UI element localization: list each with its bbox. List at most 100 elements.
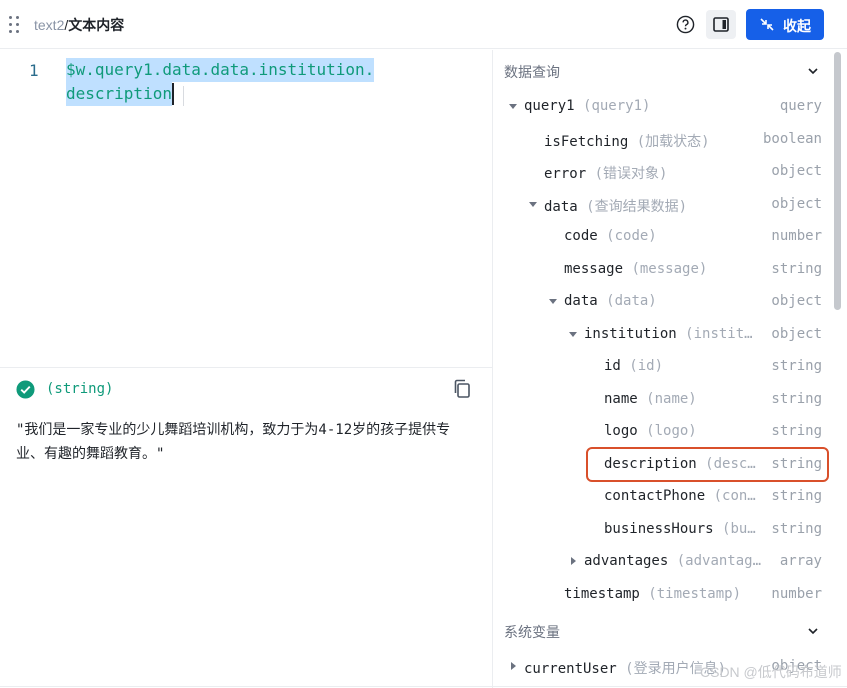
section-title-data-query: 数据查询 [504,64,560,80]
tree-row[interactable]: logo (logo) string [494,420,822,450]
code-editor[interactable]: 1 $w.query1.data.data.institution. descr… [0,50,493,368]
tree-row-label: contactPhone (con… [604,488,756,504]
tree-row-type: number [771,228,822,244]
collapse-button[interactable]: 收起 [746,9,824,40]
tree-row[interactable]: isFetching (加载状态) boolean [494,128,822,158]
tree-row-label: logo (logo) [604,423,697,439]
tree-row[interactable]: data (查询结果数据) object [494,193,822,223]
tree-row-key: advantages [584,553,669,569]
tree-row-label: advantages (advantag… [584,553,761,569]
tree-row-alias: (name) [646,390,697,407]
tree-row-key: businessHours [604,520,714,537]
tree-row-alias: (message) [631,260,708,277]
copy-icon[interactable] [453,379,471,399]
tree-row-label: name (name) [604,391,697,407]
tree-row-alias: (查询结果数据) [586,198,688,215]
scrollbar-thumb[interactable] [834,52,841,310]
tree-row[interactable]: contactPhone (con… string [494,485,822,515]
caret-down-icon[interactable] [548,296,558,306]
breadcrumb-current: 文本内容 [68,17,125,33]
tree-row[interactable]: advantages (advantag… array [494,550,822,580]
section-title-system-vars: 系统变量 [504,624,560,640]
tree-row-label: isFetching (加载状态) [544,131,710,151]
tree-row-alias: (code) [606,228,657,244]
caret-down-icon[interactable] [568,329,578,339]
tree-row-key: data [544,198,578,215]
tree-row-alias: (logo) [646,423,697,439]
tree-row-key: error [544,166,587,182]
tree-row-key: code [564,228,598,244]
tree-row-alias: (data) [606,293,657,309]
caret-down-icon[interactable] [508,101,518,111]
tree-row-label: timestamp (timestamp) [564,586,741,602]
help-icon[interactable] [676,15,695,34]
divider [0,686,847,687]
tree-row-label: id (id) [604,358,663,374]
tree-row-type: string [771,358,822,374]
tree-row-type: string [771,390,822,407]
tree-row[interactable]: id (id) string [494,355,822,385]
tree-row-key: institution [584,325,677,342]
code-line-2[interactable]: description [66,82,172,106]
tree-row-type: string [771,520,822,537]
tree-row-alias: (timestamp) [648,585,742,602]
tree-row-key: data [564,293,598,309]
tree-row-type: boolean [762,130,822,147]
tree-row[interactable]: name (name) string [494,388,822,418]
tree-row-alias: (con… [713,488,756,504]
tree-row-type: query [779,98,822,114]
tree-row[interactable]: data (data) object [494,290,822,320]
result-preview: (string) "我们是一家专业的少儿舞蹈培训机构，致力于为4-12岁的孩子提… [0,368,493,688]
tree-row[interactable]: code (code) number [494,225,822,255]
tree-row[interactable]: businessHours (bu… string [494,518,822,548]
tree-row-label: error (错误对象) [544,163,667,183]
chevron-down-icon[interactable] [806,64,820,78]
side-panel-icon [713,17,729,32]
tree-row-key: id [604,358,621,374]
tree-row-alias: (instit… [685,325,753,342]
expression-panel: 1 $w.query1.data.data.institution. descr… [0,50,493,688]
tree-row[interactable]: timestamp (timestamp) number [494,583,822,613]
breadcrumb-parent[interactable]: text2 [34,17,64,33]
highlighted-row-frame [586,447,829,482]
tree-row-alias: (加载状态) [636,133,710,150]
tree-row-label: message (message) [564,261,707,277]
tree-row-type: number [771,585,822,602]
tree-row-label: data (data) [564,293,657,309]
text-cursor [172,83,174,105]
tree-row-type: object [771,195,822,212]
tree-row[interactable]: message (message) string [494,258,822,288]
drag-handle-icon[interactable] [9,14,21,34]
tree-row-key: currentUser [524,661,617,677]
tree-row-type: object [771,163,822,179]
tree-row-type: string [771,423,822,439]
tree-row-type: array [779,553,822,569]
tree-row-type: string [771,260,822,277]
tree-row[interactable]: institution (instit… object [494,323,822,353]
toggle-panel-button[interactable] [706,10,736,39]
tree-row-type: string [771,488,822,504]
collapse-label: 收起 [783,18,811,34]
tree-row-key: timestamp [564,585,640,602]
caret-right-icon[interactable] [568,556,578,566]
code-line-1[interactable]: $w.query1.data.data.institution. [66,58,375,82]
tree-row-alias: (错误对象) [594,166,668,182]
shrink-arrows-icon [760,18,774,31]
tree-row-label: code (code) [564,228,657,244]
tree-row-alias: (query1) [583,98,651,114]
tree-row-label: institution (instit… [584,326,753,342]
chevron-down-icon[interactable] [806,624,820,638]
result-type: (string) [46,381,114,397]
tree-row[interactable]: error (错误对象) object [494,160,822,190]
line-number: 1 [29,61,39,80]
tree-row-key: contactPhone [604,488,706,504]
tree-row[interactable]: query1 (query1) query [494,95,822,125]
tree-row-key: query1 [524,98,575,114]
tree-row-label: currentUser (登录用户信息) [524,658,726,678]
caret-right-icon[interactable] [508,661,518,671]
tree-row-key: isFetching [544,133,629,150]
indent-guide [183,86,184,106]
tree-row-type: object [771,325,822,342]
result-value: "我们是一家专业的少儿舞蹈培训机构，致力于为4-12岁的孩子提供专业、有趣的舞蹈… [16,422,451,462]
caret-down-icon[interactable] [528,199,538,209]
